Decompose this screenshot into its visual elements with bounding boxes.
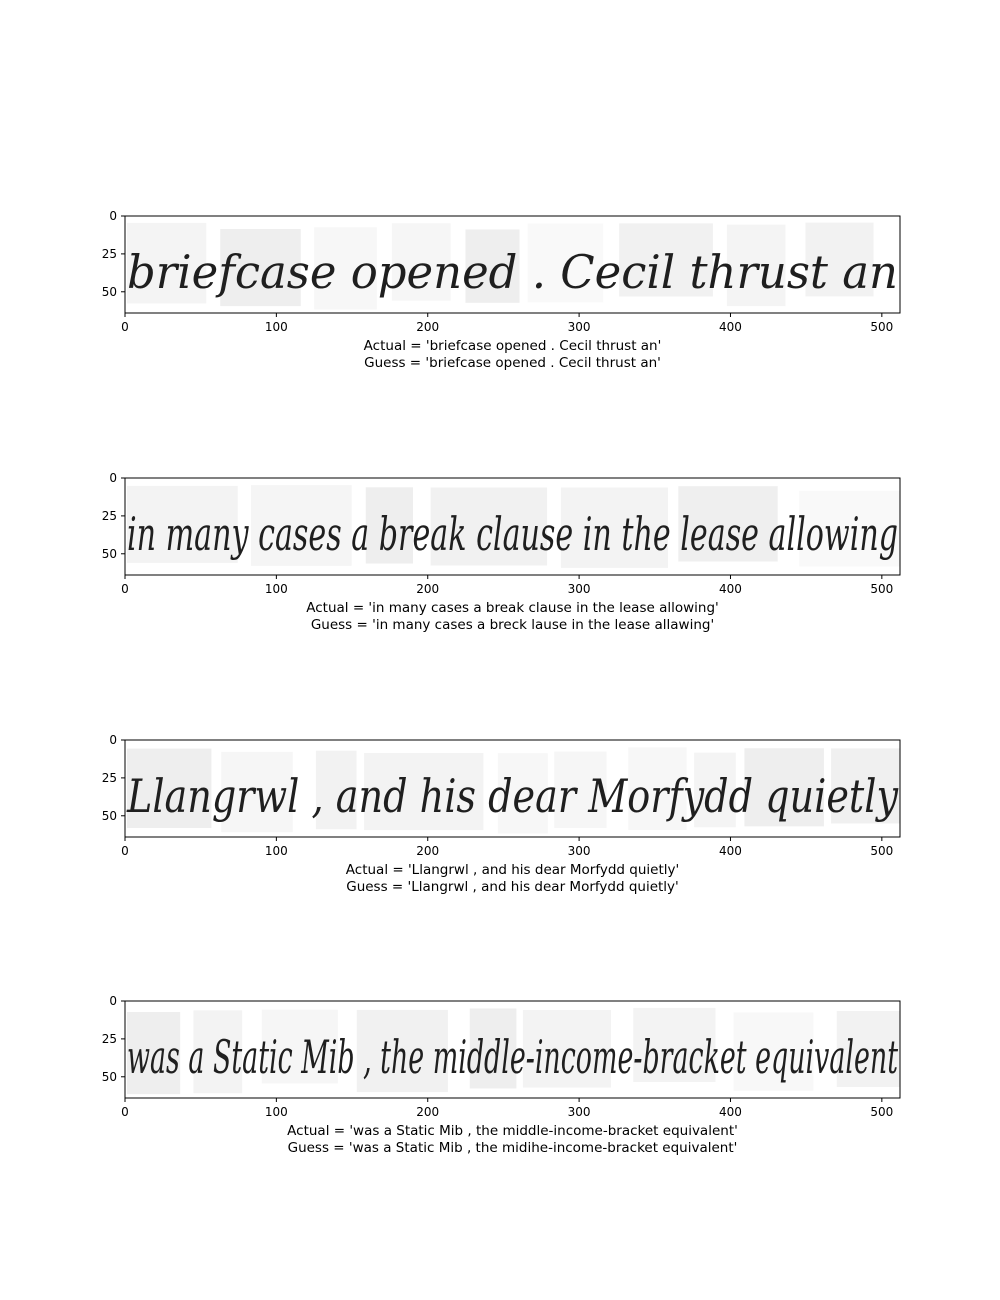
handwriting-image: in many cases a break clause in the leas… [125, 478, 900, 575]
panel-4: was a Static Mib , the middle-income-bra… [102, 994, 901, 1156]
handwriting-image: Llangrwl , and his dear Morfydd quietly [125, 740, 900, 837]
guess-label: Guess = 'briefcase opened . Cecil thrust… [364, 355, 661, 371]
y-tick-label: 25 [102, 771, 117, 785]
handwriting-image: was a Static Mib , the middle-income-bra… [125, 1001, 900, 1098]
x-tick-label: 500 [870, 1105, 893, 1119]
y-tick-label: 0 [109, 733, 117, 747]
y-tick-label: 25 [102, 1032, 117, 1046]
x-tick-label: 300 [568, 844, 591, 858]
x-tick-label: 400 [719, 844, 742, 858]
actual-label: Actual = 'briefcase opened . Cecil thrus… [364, 338, 662, 354]
x-tick-label: 300 [568, 1105, 591, 1119]
panel-3: Llangrwl , and his dear Morfydd quietly 0… [102, 733, 901, 895]
x-tick-label: 400 [719, 1105, 742, 1119]
panel-1: briefcase opened . Cecil thrust an025500… [102, 209, 901, 371]
x-tick-label: 100 [265, 844, 288, 858]
actual-label: Actual = 'in many cases a break clause i… [306, 600, 719, 616]
y-tick-label: 25 [102, 247, 117, 261]
handwriting-text: briefcase opened . Cecil thrust an [127, 245, 898, 299]
x-tick-label: 100 [265, 582, 288, 596]
x-tick-label: 200 [416, 582, 439, 596]
x-tick-label: 0 [121, 844, 129, 858]
actual-label: Actual = 'Llangrwl , and his dear Morfyd… [346, 862, 679, 878]
y-tick-label: 0 [109, 471, 117, 485]
x-tick-label: 100 [265, 320, 288, 334]
y-tick-label: 0 [109, 209, 117, 223]
handwriting-text: in many cases a break clause in the leas… [127, 507, 898, 561]
x-tick-label: 400 [719, 582, 742, 596]
guess-label: Guess = 'Llangrwl , and his dear Morfydd… [346, 879, 679, 895]
y-tick-label: 25 [102, 509, 117, 523]
x-tick-label: 500 [870, 320, 893, 334]
x-tick-label: 0 [121, 320, 129, 334]
y-tick-label: 0 [109, 994, 117, 1008]
x-tick-label: 100 [265, 1105, 288, 1119]
x-tick-label: 200 [416, 320, 439, 334]
y-tick-label: 50 [102, 285, 117, 299]
y-tick-label: 50 [102, 809, 117, 823]
y-tick-label: 50 [102, 1070, 117, 1084]
x-tick-label: 200 [416, 844, 439, 858]
guess-label: Guess = 'was a Static Mib , the midihe-i… [288, 1140, 738, 1156]
x-tick-label: 500 [870, 844, 893, 858]
guess-label: Guess = 'in many cases a breck lause in … [311, 617, 714, 633]
x-tick-label: 0 [121, 582, 129, 596]
x-tick-label: 0 [121, 1105, 129, 1119]
actual-label: Actual = 'was a Static Mib , the middle-… [287, 1123, 738, 1139]
handwriting-image: briefcase opened . Cecil thrust an [125, 216, 900, 313]
handwriting-text: was a Static Mib , the middle-income-bra… [127, 1030, 898, 1084]
handwriting-text: Llangrwl , and his dear Morfydd quietly [126, 769, 899, 823]
y-tick-label: 50 [102, 547, 117, 561]
panel-2: in many cases a break clause in the leas… [102, 471, 901, 633]
x-tick-label: 200 [416, 1105, 439, 1119]
x-tick-label: 400 [719, 320, 742, 334]
figure: briefcase opened . Cecil thrust an025500… [102, 209, 901, 1156]
x-tick-label: 300 [568, 582, 591, 596]
x-tick-label: 500 [870, 582, 893, 596]
x-tick-label: 300 [568, 320, 591, 334]
